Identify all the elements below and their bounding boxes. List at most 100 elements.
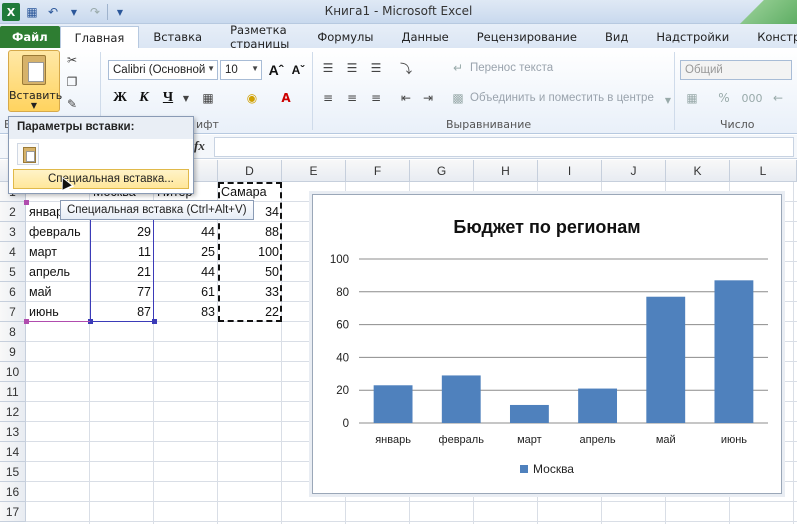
row-header[interactable]: 8 <box>0 322 26 342</box>
tab-insert[interactable]: Вставка <box>139 26 216 48</box>
tab-addins[interactable]: Надстройки <box>642 26 743 48</box>
row-header[interactable]: 5 <box>0 262 26 282</box>
bar <box>714 280 754 423</box>
font-color-icon[interactable]: A <box>278 90 294 106</box>
tab-page-layout[interactable]: Разметка страницы <box>216 23 303 51</box>
align-top-icon[interactable]: ☰ <box>320 60 336 76</box>
row-header[interactable]: 11 <box>0 382 26 402</box>
percent-button[interactable]: % <box>716 90 732 106</box>
align-middle-icon[interactable]: ☰ <box>344 60 360 76</box>
font-size-value: 10 <box>225 64 238 76</box>
currency-icon[interactable]: ▦ <box>684 90 700 106</box>
tab-file[interactable]: Файл <box>0 26 60 48</box>
format-painter-icon[interactable]: ✎ <box>64 96 80 112</box>
column-header[interactable]: J <box>602 160 666 182</box>
cell-C6[interactable]: 61 <box>154 282 218 302</box>
cell-A3[interactable]: февраль <box>26 222 90 242</box>
chart-plot[interactable]: 0 20 40 60 80 100 январь февраль март апрель май ию… <box>313 195 783 495</box>
column-header[interactable]: D <box>218 160 282 182</box>
cell-C4[interactable]: 25 <box>154 242 218 262</box>
font-name-select[interactable]: Calibri (Основной ▼ <box>108 60 218 80</box>
cell-A6[interactable]: май <box>26 282 90 302</box>
copy-icon[interactable]: ❐ <box>64 74 80 90</box>
window-title: Книга1 - Microsoft Excel <box>324 4 473 18</box>
decrease-indent-icon[interactable]: ⇤ <box>398 90 414 106</box>
row-header[interactable]: 6 <box>0 282 26 302</box>
align-left-icon[interactable]: ≡ <box>320 90 336 106</box>
merge-center-button[interactable]: Объединить и поместить в центре <box>470 92 654 104</box>
bold-button[interactable]: Ж <box>110 88 130 108</box>
chevron-down-icon[interactable]: ▼ <box>178 90 194 106</box>
paste-button[interactable]: Вставить ▼ <box>8 50 62 112</box>
column-header[interactable]: K <box>666 160 730 182</box>
thousands-button[interactable]: 000 <box>740 90 764 106</box>
chevron-down-icon: ▼ <box>207 64 215 73</box>
column-header[interactable]: G <box>410 160 474 182</box>
merge-icon[interactable]: ▩ <box>450 90 466 106</box>
row-header[interactable]: 3 <box>0 222 26 242</box>
column-header[interactable]: H <box>474 160 538 182</box>
tab-review[interactable]: Рецензирование <box>463 26 591 48</box>
tab-data[interactable]: Данные <box>388 26 463 48</box>
cell-C3[interactable]: 44 <box>154 222 218 242</box>
range-handle[interactable] <box>152 319 157 324</box>
tab-view[interactable]: Вид <box>591 26 642 48</box>
tab-formulas[interactable]: Формулы <box>303 26 387 48</box>
row-header[interactable]: 15 <box>0 462 26 482</box>
paste-options-menu: Параметры вставки: Специальная вставка..… <box>8 116 194 194</box>
tab-design[interactable]: Констру <box>743 26 797 48</box>
row-header[interactable]: 4 <box>0 242 26 262</box>
borders-icon[interactable]: ▦ <box>200 90 216 106</box>
cell-A7[interactable]: июнь <box>26 302 90 322</box>
paste-special-item[interactable]: Специальная вставка... <box>13 169 189 189</box>
row-header[interactable]: 7 <box>0 302 26 322</box>
row-header[interactable]: 2 <box>0 202 26 222</box>
decrease-font-icon[interactable]: Aˇ <box>288 60 308 80</box>
column-header[interactable]: L <box>730 160 797 182</box>
column-header[interactable]: I <box>538 160 602 182</box>
paste-icon[interactable] <box>17 143 39 165</box>
cell-C7[interactable]: 83 <box>154 302 218 322</box>
align-bottom-icon[interactable]: ☰ <box>368 60 384 76</box>
group-label-number: Число <box>720 118 755 131</box>
row-header[interactable]: 9 <box>0 342 26 362</box>
column-header[interactable]: F <box>346 160 410 182</box>
tooltip: Специальная вставка (Ctrl+Alt+V) <box>60 200 254 220</box>
y-tick-label: 20 <box>336 385 349 397</box>
fill-color-icon[interactable]: ◉ <box>244 90 260 106</box>
increase-indent-icon[interactable]: ⇥ <box>420 90 436 106</box>
font-size-select[interactable]: 10 ▼ <box>220 60 262 80</box>
wrap-text-icon[interactable]: ↵ <box>450 60 466 76</box>
cell-A4[interactable]: март <box>26 242 90 262</box>
chart-area[interactable]: Бюджет по регионам 0 20 40 60 80 100 январь фев… <box>312 194 782 494</box>
cut-icon[interactable]: ✂ <box>64 52 80 68</box>
range-handle[interactable] <box>24 200 29 205</box>
italic-button[interactable]: К <box>134 88 154 108</box>
x-tick-label: февраль <box>439 434 485 446</box>
align-right-icon[interactable]: ≡ <box>368 90 384 106</box>
group-label-font: ифт <box>196 118 219 131</box>
insert-function-button[interactable]: fx <box>194 138 205 154</box>
number-format-select[interactable]: Общий <box>680 60 792 80</box>
bar <box>646 296 686 423</box>
y-tick-label: 40 <box>336 352 349 364</box>
chart-legend[interactable]: Москва <box>313 462 781 476</box>
y-tick-label: 60 <box>336 320 349 332</box>
row-header[interactable]: 13 <box>0 422 26 442</box>
cell-C5[interactable]: 44 <box>154 262 218 282</box>
increase-font-icon[interactable]: Aˆ <box>266 60 286 80</box>
align-center-icon[interactable]: ≡ <box>344 90 360 106</box>
row-header[interactable]: 10 <box>0 362 26 382</box>
row-header[interactable]: 17 <box>0 502 26 522</box>
wrap-text-button[interactable]: Перенос текста <box>470 62 553 74</box>
formula-input[interactable] <box>214 137 794 157</box>
tab-home[interactable]: Главная <box>59 26 140 48</box>
underline-button[interactable]: Ч <box>158 88 178 108</box>
text-orientation-icon[interactable]: ⤵ <box>398 60 414 76</box>
row-header[interactable]: 12 <box>0 402 26 422</box>
increase-decimal-icon[interactable]: ← <box>770 90 786 106</box>
row-header[interactable]: 14 <box>0 442 26 462</box>
cell-A5[interactable]: апрель <box>26 262 90 282</box>
column-header[interactable]: E <box>282 160 346 182</box>
row-header[interactable]: 16 <box>0 482 26 502</box>
